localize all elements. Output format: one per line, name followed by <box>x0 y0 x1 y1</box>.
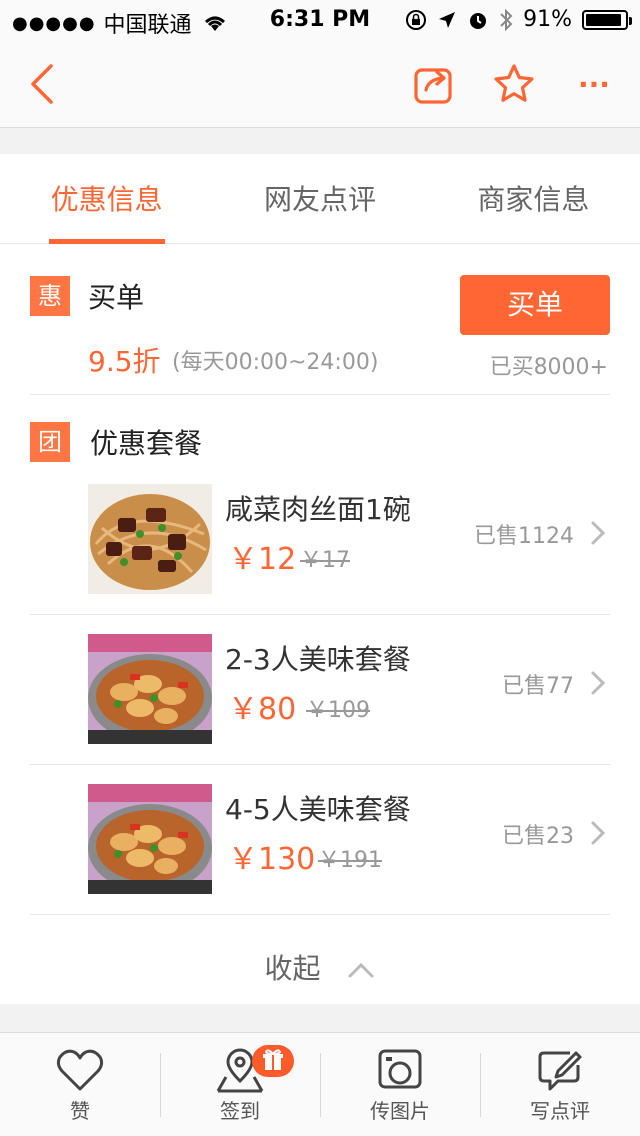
deal-item[interactable]: 2-3人美味套餐 ￥80 ￥109 已售77 <box>0 614 640 764</box>
bluetooth-icon <box>500 8 513 31</box>
divider <box>30 394 610 395</box>
battery-percent: 91% <box>523 7 572 32</box>
more-icon: ··· <box>578 67 610 101</box>
app: ●●●●● 中国联通 6:31 PM 91% ··· 优惠信息 网友点评 商家信… <box>0 0 640 1136</box>
discount-rate: 9.5折 <box>88 345 161 378</box>
write-review-label: 写点评 <box>530 1099 590 1123</box>
discount-tag: 惠 <box>30 276 70 316</box>
chevron-left-icon <box>31 64 53 104</box>
tab-merchant-info[interactable]: 商家信息 <box>427 154 640 243</box>
nav-bar: ··· <box>0 40 640 128</box>
gift-icon <box>263 1049 283 1070</box>
buy-section-title: 买单 <box>88 281 145 314</box>
chevron-up-icon <box>348 962 374 978</box>
upload-photo-button[interactable]: 传图片 <box>320 1033 480 1136</box>
battery-icon <box>582 9 632 30</box>
group-tag: 团 <box>30 422 70 462</box>
bought-count: 已买8000+ <box>489 355 608 380</box>
deal-original-price: ￥17 <box>300 548 350 573</box>
noodle-photo <box>88 484 212 594</box>
package-section-title: 优惠套餐 <box>90 427 203 460</box>
deal-sold-count: 已售23 <box>502 824 574 849</box>
chevron-right-icon <box>591 671 606 695</box>
gift-badge <box>252 1045 294 1077</box>
like-button[interactable]: 赞 <box>0 1033 160 1136</box>
star-icon <box>494 64 534 102</box>
deal-price: ￥130 <box>228 842 316 877</box>
back-button[interactable] <box>14 56 70 112</box>
tab-bar: 优惠信息 网友点评 商家信息 <box>0 154 640 244</box>
tab-offers[interactable]: 优惠信息 <box>0 154 213 244</box>
tab-reviews[interactable]: 网友点评 <box>213 154 426 243</box>
potato-dish-photo <box>88 784 212 894</box>
orientation-lock-icon <box>406 9 427 30</box>
heart-icon <box>56 1049 104 1091</box>
deal-original-price: ￥109 <box>306 698 370 723</box>
write-review-button[interactable]: 写点评 <box>480 1033 640 1136</box>
edit-review-icon <box>538 1051 582 1091</box>
chevron-right-icon <box>591 821 606 845</box>
deal-item[interactable]: 咸菜肉丝面1碗 ￥12 ￥17 已售1124 <box>0 464 640 614</box>
bottom-toolbar: 赞 签到 传图片 写点评 <box>0 1032 640 1136</box>
like-label: 赞 <box>70 1099 90 1123</box>
deal-sold-count: 已售77 <box>502 674 574 699</box>
deal-price: ￥12 <box>228 542 297 577</box>
favorite-button[interactable] <box>486 56 542 112</box>
upload-photo-label: 传图片 <box>370 1099 430 1123</box>
status-bar: ●●●●● 中国联通 6:31 PM 91% <box>0 0 640 40</box>
deal-original-price: ￥191 <box>318 848 382 873</box>
check-in-label: 签到 <box>220 1099 260 1123</box>
deal-name: 4-5人美味套餐 <box>225 793 411 826</box>
deal-card: 优惠信息 网友点评 商家信息 惠 买单 9.5折 (每天00:00~24:00)… <box>0 154 640 1004</box>
potato-dish-photo <box>88 634 212 744</box>
share-icon <box>414 68 452 104</box>
deal-name: 2-3人美味套餐 <box>225 643 411 676</box>
location-arrow-icon <box>439 11 456 28</box>
deal-price: ￥80 <box>228 692 297 727</box>
share-button[interactable] <box>406 56 462 112</box>
deal-name: 咸菜肉丝面1碗 <box>225 493 411 526</box>
more-button[interactable]: ··· <box>566 56 622 112</box>
collapse-button[interactable]: 收起 <box>0 934 640 1004</box>
check-in-button[interactable]: 签到 <box>160 1033 320 1136</box>
chevron-right-icon <box>591 521 606 545</box>
battery-fill <box>586 13 621 26</box>
deal-item[interactable]: 4-5人美味套餐 ￥130 ￥191 已售23 <box>0 764 640 914</box>
collapse-label: 收起 <box>264 952 321 985</box>
pay-bill-button[interactable]: 买单 <box>460 275 610 335</box>
deal-sold-count: 已售1124 <box>474 524 574 549</box>
divider <box>30 914 610 915</box>
alarm-icon <box>470 12 487 29</box>
photo-icon <box>378 1049 422 1089</box>
discount-hours: (每天00:00~24:00) <box>172 350 379 375</box>
